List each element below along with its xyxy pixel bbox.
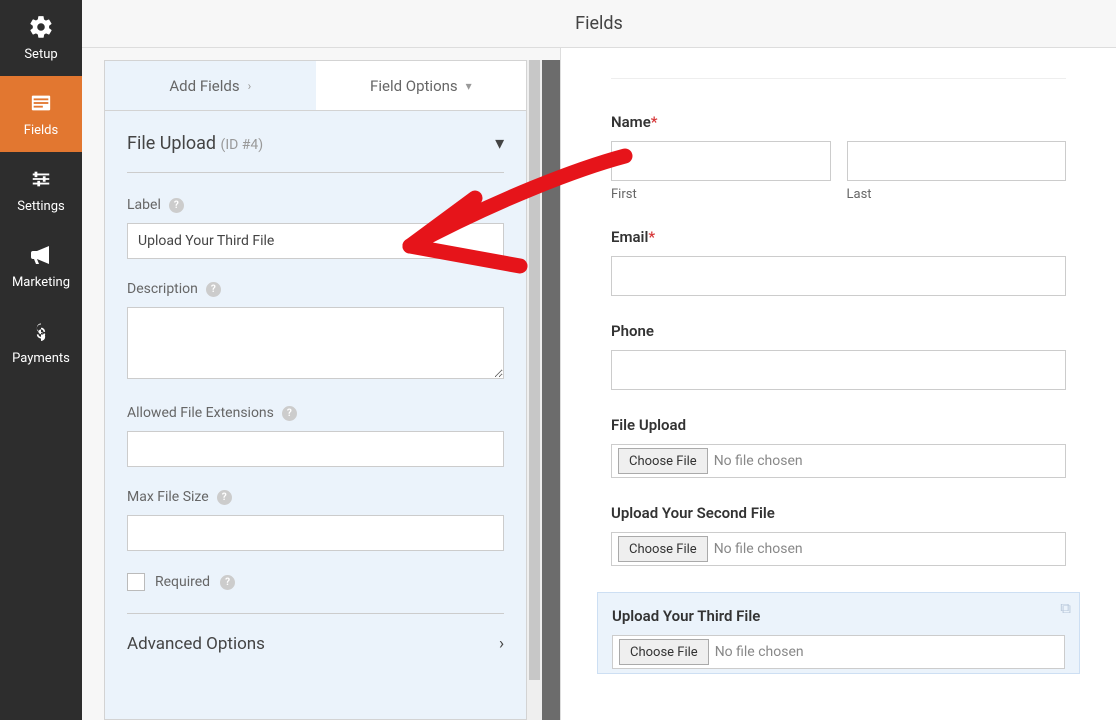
preview-file1-field: File Upload Choose File No file chosen (611, 416, 1066, 478)
gear-icon (27, 14, 55, 40)
sidebar-item-label: Settings (17, 199, 64, 214)
preview-file3-field-selected[interactable]: ⧉ Upload Your Third File Choose File No … (597, 592, 1080, 674)
required-checkbox[interactable] (127, 573, 145, 591)
form-icon (27, 90, 55, 116)
sidebar-item-fields[interactable]: Fields (0, 76, 82, 152)
field-label: Email* (611, 228, 1066, 246)
tab-label: Field Options (370, 77, 458, 95)
sub-label: Last (847, 187, 1067, 202)
file-status-text: No file chosen (715, 644, 804, 660)
first-name-input[interactable] (611, 141, 831, 181)
choose-file-button[interactable]: Choose File (619, 639, 709, 665)
panel-scrollbar-track[interactable] (527, 60, 542, 720)
form-preview: Name* First Last Email* (560, 48, 1116, 720)
allowed-ext-input[interactable] (127, 431, 504, 467)
section-id: (ID #4) (221, 137, 264, 153)
required-row[interactable]: Required ? (127, 573, 504, 591)
label-text: Description (127, 281, 198, 297)
advanced-label: Advanced Options (127, 634, 265, 654)
field-label: Upload Your Third File (612, 607, 1065, 625)
tab-add-fields[interactable]: Add Fields › (105, 61, 316, 110)
section-title-text: File Upload (127, 133, 216, 154)
help-icon[interactable]: ? (282, 406, 297, 421)
choose-file-button[interactable]: Choose File (618, 448, 708, 474)
help-icon[interactable]: ? (169, 198, 184, 213)
label-text: Name (611, 113, 651, 131)
file-input[interactable]: Choose File No file chosen (612, 635, 1065, 669)
allowed-ext-block: Allowed File Extensions ? (127, 405, 504, 467)
required-asterisk: * (651, 113, 658, 131)
email-input[interactable] (611, 256, 1066, 296)
preview-file2-field: Upload Your Second File Choose File No f… (611, 504, 1066, 566)
sub-label: First (611, 187, 831, 202)
chevron-right-icon: › (248, 79, 252, 93)
help-icon[interactable]: ? (206, 282, 221, 297)
sidebar-item-label: Fields (24, 123, 58, 138)
sidebar-item-label: Payments (12, 351, 70, 366)
sidebar-item-payments[interactable]: Payments (0, 304, 82, 380)
panel-scrollbar-thumb[interactable] (529, 60, 540, 680)
field-label: Phone (611, 322, 1066, 340)
phone-input[interactable] (611, 350, 1066, 390)
sidebar-item-marketing[interactable]: Marketing (0, 228, 82, 304)
sidebar-item-setup[interactable]: Setup (0, 0, 82, 76)
choose-file-button[interactable]: Choose File (618, 536, 708, 562)
field-label: Name* (611, 113, 1066, 131)
file-status-text: No file chosen (714, 453, 803, 469)
last-name-input[interactable] (847, 141, 1067, 181)
panel-tabs: Add Fields › Field Options ▾ (105, 61, 526, 111)
label-block: Label ? (127, 197, 504, 259)
label-text: Required (155, 574, 210, 590)
description-block: Description ? (127, 281, 504, 383)
preview-name-field: Name* First Last (611, 113, 1066, 202)
advanced-options-toggle[interactable]: Advanced Options › (127, 613, 504, 668)
panel-gutter (542, 60, 560, 720)
max-size-input[interactable] (127, 515, 504, 551)
description-input[interactable] (127, 307, 504, 379)
options-column: Add Fields › Field Options ▾ File Upload… (82, 60, 560, 720)
label-input[interactable] (127, 223, 504, 259)
field-label: File Upload (611, 416, 1066, 434)
help-icon[interactable]: ? (217, 490, 232, 505)
sidebar: Setup Fields Settings Marketing Payments (0, 0, 82, 720)
divider (611, 78, 1066, 79)
file-input[interactable]: Choose File No file chosen (611, 532, 1066, 566)
sidebar-item-label: Marketing (12, 275, 70, 290)
tab-label: Add Fields (169, 77, 239, 95)
chevron-down-icon: ▾ (466, 79, 472, 93)
sidebar-item-label: Setup (24, 47, 57, 62)
section-header[interactable]: File Upload (ID #4) ▾ (127, 133, 504, 173)
label-text: Email (611, 228, 648, 246)
chevron-down-icon: ▾ (495, 133, 504, 154)
label-text: Allowed File Extensions (127, 405, 274, 421)
preview-phone-field: Phone (611, 322, 1066, 390)
tab-field-options[interactable]: Field Options ▾ (316, 61, 527, 110)
duplicate-icon[interactable]: ⧉ (1060, 599, 1071, 617)
bullhorn-icon (27, 242, 55, 268)
file-input[interactable]: Choose File No file chosen (611, 444, 1066, 478)
sidebar-item-settings[interactable]: Settings (0, 152, 82, 228)
file-status-text: No file chosen (714, 541, 803, 557)
dollar-icon (27, 318, 55, 344)
help-icon[interactable]: ? (220, 575, 235, 590)
label-text: Max File Size (127, 489, 209, 505)
sliders-icon (27, 166, 55, 192)
required-asterisk: * (648, 228, 655, 246)
options-panel: Add Fields › Field Options ▾ File Upload… (104, 60, 527, 720)
preview-email-field: Email* (611, 228, 1066, 296)
field-label: Upload Your Second File (611, 504, 1066, 522)
main: Fields Add Fields › Field Options ▾ (82, 0, 1116, 720)
label-text: Label (127, 197, 161, 213)
field-options-section: File Upload (ID #4) ▾ Label ? (105, 111, 526, 668)
page-title: Fields (82, 0, 1116, 48)
chevron-right-icon: › (499, 634, 504, 654)
max-size-block: Max File Size ? (127, 489, 504, 551)
